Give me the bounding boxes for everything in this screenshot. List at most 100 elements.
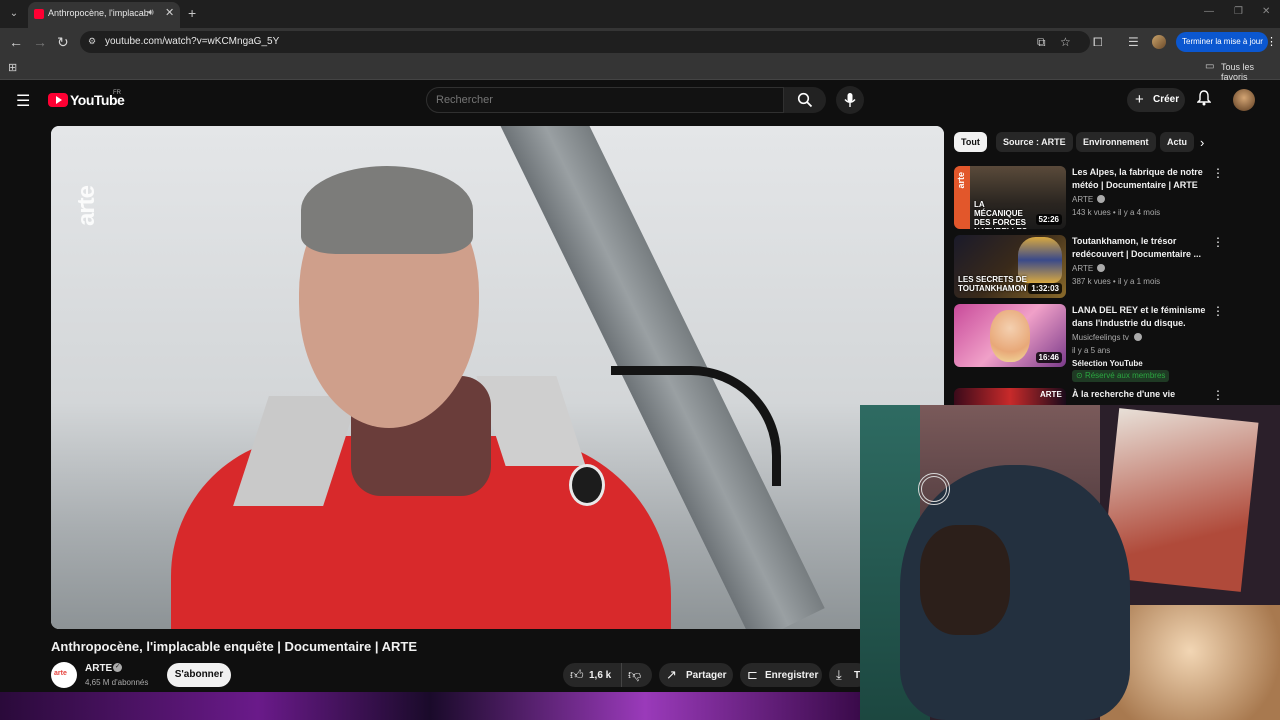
channel-name[interactable]: ARTE xyxy=(1072,195,1093,204)
verified-icon xyxy=(1097,195,1105,203)
video-thumbnail[interactable]: ARTE xyxy=(954,388,1066,405)
reload-icon[interactable]: ↻ xyxy=(57,34,69,51)
minimize-icon[interactable]: — xyxy=(1204,6,1214,17)
browser-tab-bar: ⌄ Anthropocène, l'implacable 🔊︎ ✕ + — ❐ … xyxy=(0,0,1280,28)
video-thumbnail[interactable]: LES SECRETS DE TOUTANKHAMON 1:32:03 xyxy=(954,235,1066,298)
browser-tab[interactable]: Anthropocène, l'implacable 🔊︎ ✕ xyxy=(28,2,180,28)
members-icon: ⊙ xyxy=(1076,371,1085,380)
bookmark-star-icon[interactable]: ☆ xyxy=(1060,35,1071,49)
channel-name[interactable]: ARTE xyxy=(85,663,112,674)
more-options-icon[interactable]: ⋮ xyxy=(1212,388,1224,402)
maximize-icon[interactable]: ❐ xyxy=(1234,6,1243,17)
user-avatar[interactable] xyxy=(1233,89,1255,111)
download-icon: ⤓ xyxy=(836,667,842,682)
channel-name[interactable]: ARTE xyxy=(1072,264,1093,273)
apps-grid-icon[interactable]: ⊞ xyxy=(8,61,17,74)
chip-source-arte[interactable]: Source : ARTE xyxy=(996,132,1073,152)
search-icon xyxy=(797,92,813,108)
create-button[interactable]: + Créer xyxy=(1127,88,1185,112)
chrome-profile-avatar[interactable] xyxy=(1152,35,1166,49)
reading-list-icon[interactable]: ☰ xyxy=(1128,35,1139,49)
more-options-icon[interactable]: ⋮ xyxy=(1212,304,1224,318)
video-title[interactable]: Toutankhamon, le trésor redécouvert | Do… xyxy=(1072,235,1207,261)
subscriber-count: 4,65 M d'abonnés xyxy=(85,678,149,687)
recommendation-item[interactable]: ARTE À la recherche d'une vie ⋮ xyxy=(954,388,1274,405)
site-info-icon[interactable]: ⚙︎ xyxy=(88,36,100,48)
update-button[interactable]: Terminer la mise à jour xyxy=(1176,32,1268,52)
create-label: Créer xyxy=(1153,94,1180,105)
back-icon[interactable]: ← xyxy=(9,34,23,50)
menu-icon[interactable]: ☰ xyxy=(16,91,30,111)
extensions-icon[interactable]: ⧠ xyxy=(1093,35,1103,50)
search-button[interactable] xyxy=(784,87,826,113)
more-options-icon[interactable]: ⋮ xyxy=(1212,235,1224,249)
video-title[interactable]: À la recherche d'une vie xyxy=(1072,388,1207,401)
video-frame-badge xyxy=(569,464,605,506)
chrome-menu-icon[interactable]: ⋮ xyxy=(1266,35,1277,48)
video-meta: il y a 5 ans xyxy=(1072,346,1111,355)
arte-thumb-logo: ARTE xyxy=(1040,390,1062,399)
verified-icon: ✓ xyxy=(113,663,122,672)
url-text[interactable]: youtube.com/watch?v=wKCMngaG_5Y xyxy=(105,36,279,47)
bookmark-icon: ⊏ xyxy=(747,667,758,682)
video-title-heading: Anthropocène, l'implacable enquête | Doc… xyxy=(51,639,418,654)
save-button[interactable]: ⊏ Enregistrer xyxy=(740,663,822,687)
duration-badge: 16:46 xyxy=(1035,352,1062,363)
video-meta: 143 k vues • il y a 4 mois xyxy=(1072,208,1161,217)
bookmarks-bar: ⊞ ▭ Tous les favoris xyxy=(0,56,1280,82)
country-code: FR xyxy=(113,90,121,96)
recommendation-item[interactable]: 16:46 LANA DEL REY et le féminisme dans … xyxy=(954,304,1274,384)
tab-title: Anthropocène, l'implacable xyxy=(48,8,148,18)
play-triangle-icon xyxy=(56,96,62,104)
thumb-caption: LES SECRETS DE TOUTANKHAMON xyxy=(958,275,1027,293)
arte-watermark-logo: arte xyxy=(73,185,100,226)
notifications-bell-icon[interactable] xyxy=(1196,90,1212,109)
thumbs-down-icon: 👎︎ xyxy=(628,667,642,682)
new-tab-icon[interactable]: + xyxy=(188,5,196,21)
address-bar[interactable]: ⚙︎ youtube.com/watch?v=wKCMngaG_5Y ⧉ ☆ xyxy=(80,31,1090,53)
subscribe-button[interactable]: S'abonner xyxy=(167,663,231,687)
recommendation-item[interactable]: arte LA MÉCANIQUE DES FORCES NATURELLES … xyxy=(954,166,1274,232)
verified-icon xyxy=(1134,333,1142,341)
verified-icon xyxy=(1097,264,1105,272)
recommendation-item[interactable]: LES SECRETS DE TOUTANKHAMON 1:32:03 Tout… xyxy=(954,235,1274,301)
chip-environment[interactable]: Environnement xyxy=(1076,132,1156,152)
chip-all[interactable]: Tout xyxy=(954,132,987,152)
forward-icon[interactable]: → xyxy=(33,34,47,50)
chevron-right-icon[interactable]: › xyxy=(1200,135,1204,150)
members-only-badge: ⊙ Réservé aux membres xyxy=(1072,370,1170,382)
video-title[interactable]: LANA DEL REY et le féminisme dans l'indu… xyxy=(1072,304,1207,330)
duration-badge: 52:26 xyxy=(1035,214,1062,225)
microphone-icon xyxy=(844,93,856,107)
video-title[interactable]: Les Alpes, la fabrique de notre météo | … xyxy=(1072,166,1207,192)
video-thumbnail[interactable]: 16:46 xyxy=(954,304,1066,367)
thumb-caption: LA MÉCANIQUE DES FORCES NATURELLES xyxy=(974,200,1027,229)
voice-search-button[interactable] xyxy=(836,86,864,114)
webcam-overlay xyxy=(860,405,1280,720)
more-options-icon[interactable]: ⋮ xyxy=(1212,166,1224,180)
channel-name[interactable]: Musicfeelings tv xyxy=(1072,333,1129,342)
search-input[interactable] xyxy=(426,87,784,113)
install-app-icon[interactable]: ⧉ xyxy=(1037,35,1046,50)
video-thumbnail[interactable]: arte LA MÉCANIQUE DES FORCES NATURELLES … xyxy=(954,166,1066,229)
share-button[interactable]: ↗ Partager xyxy=(659,663,733,687)
close-tab-icon[interactable]: ✕ xyxy=(165,6,174,19)
decorative-background-strip xyxy=(0,692,860,720)
tab-search-icon[interactable]: ⌄ xyxy=(6,6,22,22)
like-button[interactable]: 👍︎ 1,6 k xyxy=(563,663,622,687)
share-icon: ↗ xyxy=(666,667,677,682)
all-bookmarks-link[interactable]: Tous les favoris xyxy=(1221,62,1280,82)
spiral-logo-icon xyxy=(918,473,950,505)
audio-playing-icon[interactable]: 🔊︎ xyxy=(148,7,154,18)
video-meta: 387 k vues • il y a 1 mois xyxy=(1072,277,1161,286)
channel-avatar-logo: arte xyxy=(54,670,67,677)
webcam-face xyxy=(920,525,1010,635)
close-window-icon[interactable]: ✕ xyxy=(1262,6,1270,17)
singer-image xyxy=(990,310,1030,362)
video-player[interactable]: arte xyxy=(51,126,944,629)
arte-thumb-logo: arte xyxy=(956,172,966,189)
chip-news[interactable]: Actu xyxy=(1160,132,1194,152)
dislike-button[interactable]: 👎︎ xyxy=(622,663,652,687)
plus-icon: + xyxy=(1135,91,1144,108)
folder-icon: ▭ xyxy=(1205,61,1215,72)
